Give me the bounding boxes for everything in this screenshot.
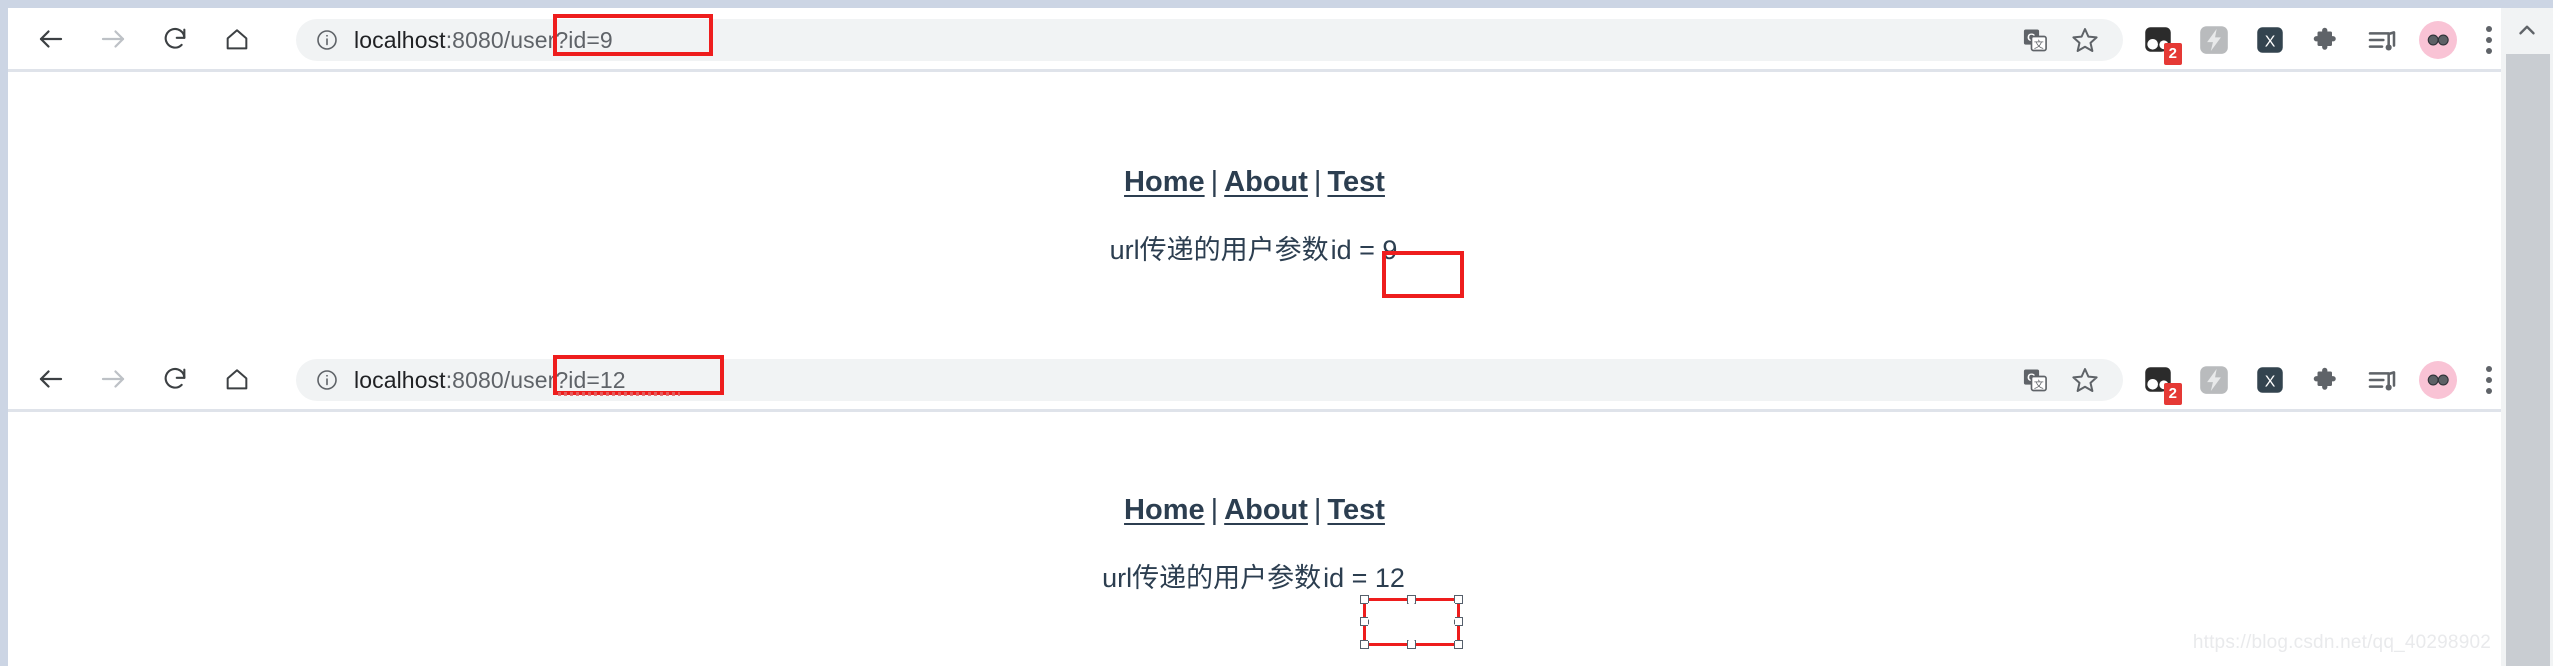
kebab-dot xyxy=(2486,26,2492,32)
url-path: user?id=12 xyxy=(510,366,626,393)
page-content-1: Home | About | Test url传递的用户参数id = 9 xyxy=(8,72,2501,348)
url-path: user?id=9 xyxy=(510,26,613,53)
nav-link-home[interactable]: Home xyxy=(1124,494,1205,526)
reload-button[interactable] xyxy=(144,351,206,407)
page-content-2: Home | About | Test url传递的用户参数id = 12 xyxy=(8,412,2501,666)
param-message-prefix: url传递的用户参数 xyxy=(1102,563,1322,593)
url-port: :8080 xyxy=(445,366,504,393)
lightning-extension-icon[interactable] xyxy=(2186,359,2242,401)
scroll-up-button[interactable] xyxy=(2501,8,2553,52)
svg-text:文: 文 xyxy=(2034,378,2044,391)
watermark: https://blog.csdn.net/qq_40298902 xyxy=(2192,632,2491,653)
page-nav-1: Home | About | Test xyxy=(8,166,2501,199)
param-message-value: id = 9 xyxy=(1330,235,1398,265)
extension-badge-count: 2 xyxy=(2163,383,2182,405)
music-playlist-extension-icon[interactable] xyxy=(2354,19,2410,61)
address-bar-2[interactable]: localhost:8080/user?id=12 G 文 xyxy=(296,359,2123,401)
profile-avatar[interactable] xyxy=(2419,361,2457,399)
url-host: localhost xyxy=(354,366,446,393)
extension-icons-1: 2 X xyxy=(2130,19,2512,65)
nav-link-home[interactable]: Home xyxy=(1124,166,1205,198)
address-bar-actions-2: G 文 xyxy=(2013,358,2123,402)
puzzle-extension-icon[interactable] xyxy=(2298,19,2354,61)
puzzle-extension-icon[interactable] xyxy=(2298,359,2354,401)
nav-link-about[interactable]: About xyxy=(1224,494,1308,526)
site-info-icon[interactable] xyxy=(314,367,340,393)
kebab-dot xyxy=(2486,366,2492,372)
home-button[interactable] xyxy=(206,351,268,407)
window-left-edge xyxy=(0,0,8,666)
back-button[interactable] xyxy=(20,11,82,67)
music-playlist-extension-icon[interactable] xyxy=(2354,359,2410,401)
nav-link-test[interactable]: Test xyxy=(1327,494,1384,526)
lightning-extension-icon[interactable] xyxy=(2186,19,2242,61)
svg-text:文: 文 xyxy=(2034,38,2044,51)
param-message-2: url传递的用户参数id = 12 xyxy=(8,556,2501,595)
nav-separator: | xyxy=(1313,494,1322,526)
translate-icon[interactable]: G 文 xyxy=(2013,358,2057,402)
translate-icon[interactable]: G 文 xyxy=(2013,18,2057,62)
dark-eyes-extension-icon[interactable]: 2 xyxy=(2130,19,2186,65)
avatar[interactable] xyxy=(2410,19,2466,61)
window-top-edge xyxy=(0,0,2553,8)
bookmark-star-icon[interactable] xyxy=(2063,358,2107,402)
dark-eyes-extension-icon[interactable]: 2 xyxy=(2130,359,2186,405)
address-bar-actions-1: G 文 xyxy=(2013,18,2123,62)
extension-badge-count: 2 xyxy=(2163,43,2182,65)
page-nav-2: Home | About | Test xyxy=(8,494,2501,527)
extension-icons-2: 2 X xyxy=(2130,359,2512,405)
vertical-scrollbar[interactable] xyxy=(2501,8,2553,666)
kebab-dot xyxy=(2486,377,2492,383)
bookmark-star-icon[interactable] xyxy=(2063,18,2107,62)
navigation-buttons-2 xyxy=(20,351,268,407)
x-extension-icon[interactable]: X xyxy=(2242,19,2298,61)
svg-text:X: X xyxy=(2265,373,2276,390)
nav-separator: | xyxy=(1210,166,1219,198)
kebab-dot xyxy=(2486,37,2492,43)
url-text-2[interactable]: localhost:8080/user?id=12 xyxy=(354,367,626,394)
reload-button[interactable] xyxy=(144,11,206,67)
param-message-1: url传递的用户参数id = 9 xyxy=(8,228,2501,267)
browser-toolbar-1: localhost:8080/user?id=9 G 文 xyxy=(8,8,2501,69)
scrollbar-thumb[interactable] xyxy=(2506,54,2550,666)
x-extension-icon[interactable]: X xyxy=(2242,359,2298,401)
nav-link-about[interactable]: About xyxy=(1224,166,1308,198)
forward-button[interactable] xyxy=(82,11,144,67)
param-message-prefix: url传递的用户参数 xyxy=(1109,235,1329,265)
avatar[interactable] xyxy=(2410,359,2466,401)
browser-toolbar-2: localhost:8080/user?id=12 G 文 xyxy=(8,348,2501,409)
nav-link-test[interactable]: Test xyxy=(1327,166,1384,198)
screenshot-root: localhost:8080/user?id=9 G 文 xyxy=(0,0,2553,666)
svg-text:X: X xyxy=(2265,33,2276,50)
site-info-icon[interactable] xyxy=(314,27,340,53)
back-button[interactable] xyxy=(20,351,82,407)
url-text-1[interactable]: localhost:8080/user?id=9 xyxy=(354,27,613,54)
nav-separator: | xyxy=(1313,166,1322,198)
navigation-buttons-1 xyxy=(20,11,268,67)
nav-separator: | xyxy=(1210,494,1219,526)
kebab-dot xyxy=(2486,388,2492,394)
forward-button[interactable] xyxy=(82,351,144,407)
url-port: :8080 xyxy=(445,26,504,53)
param-message-value: id = 12 xyxy=(1323,563,1405,593)
kebab-dot xyxy=(2486,48,2492,54)
home-button[interactable] xyxy=(206,11,268,67)
url-host: localhost xyxy=(354,26,446,53)
address-bar-1[interactable]: localhost:8080/user?id=9 G 文 xyxy=(296,19,2123,61)
profile-avatar[interactable] xyxy=(2419,21,2457,59)
